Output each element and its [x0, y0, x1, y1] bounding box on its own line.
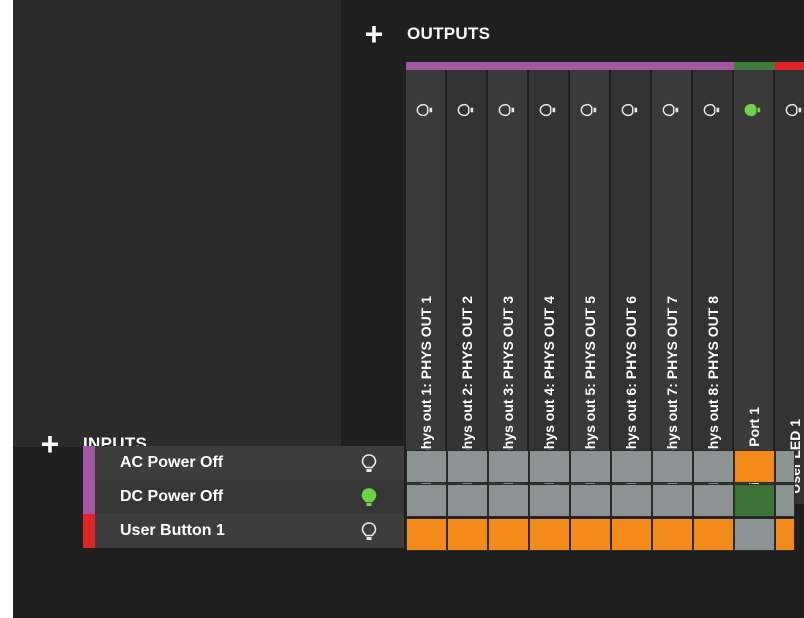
input-row-header[interactable]: User Button 1 [83, 514, 404, 548]
output-column-header[interactable]: Mute phys out 7: PHYS OUT 7 [652, 70, 691, 504]
input-label: User Button 1 [120, 522, 225, 539]
output-column-header[interactable]: Mute phys out 2: PHYS OUT 2 [447, 70, 486, 504]
routing-matrix-window: + OUTPUTS + INPUTS Mute phys out 1: PHYS… [13, 0, 804, 618]
outputs-title: OUTPUTS [407, 24, 491, 43]
input-group-stripe [83, 446, 95, 480]
route-cell[interactable] [447, 484, 488, 517]
route-cell[interactable] [488, 484, 529, 517]
bulb-icon[interactable] [457, 102, 475, 118]
route-cell[interactable] [611, 484, 652, 517]
bulb-icon[interactable] [539, 102, 557, 118]
route-cell[interactable] [775, 518, 795, 551]
input-row-header[interactable]: AC Power Off [83, 446, 404, 480]
route-cell[interactable] [611, 450, 652, 483]
bulb-icon[interactable] [785, 102, 803, 118]
route-cell[interactable] [652, 518, 693, 551]
route-cell[interactable] [529, 518, 570, 551]
route-cell[interactable] [406, 518, 447, 551]
route-cell[interactable] [693, 484, 734, 517]
route-cell[interactable] [693, 518, 734, 551]
route-cell[interactable] [529, 450, 570, 483]
bulb-icon[interactable] [662, 102, 680, 118]
bulb-icon[interactable] [361, 522, 377, 542]
route-cell[interactable] [652, 484, 693, 517]
route-cell[interactable] [775, 450, 795, 483]
output-column-header[interactable]: Mute phys out 1: PHYS OUT 1 [406, 70, 445, 504]
route-cell[interactable] [406, 450, 447, 483]
bulb-icon[interactable] [416, 102, 434, 118]
route-cell[interactable] [570, 484, 611, 517]
output-column-header[interactable]: Mute phys out 6: PHYS OUT 6 [611, 70, 650, 504]
add-input-plus-icon[interactable]: + [37, 428, 63, 460]
route-cell[interactable] [775, 484, 795, 517]
input-label: DC Power Off [120, 488, 224, 505]
bulb-icon[interactable] [621, 102, 639, 118]
route-cell[interactable] [570, 450, 611, 483]
corner-panel [13, 0, 341, 447]
route-cell[interactable] [447, 518, 488, 551]
output-group-bar [775, 62, 804, 70]
input-label: AC Power Off [120, 454, 224, 471]
outputs-header: + OUTPUTS [361, 14, 490, 54]
bulb-icon[interactable] [580, 102, 598, 118]
route-cell[interactable] [734, 518, 775, 551]
output-column-header[interactable]: User LED 1 [775, 70, 804, 504]
route-cell[interactable] [406, 484, 447, 517]
route-cell[interactable] [488, 518, 529, 551]
input-row-header[interactable]: DC Power Off [83, 480, 404, 514]
bulb-icon[interactable] [361, 454, 377, 474]
route-cell[interactable] [734, 450, 775, 483]
route-cell[interactable] [570, 518, 611, 551]
output-column-header[interactable]: Mute phys out 4: PHYS OUT 4 [529, 70, 568, 504]
bulb-icon[interactable] [498, 102, 516, 118]
input-group-stripe [83, 514, 95, 548]
output-group-bar [734, 62, 775, 70]
route-cell[interactable] [734, 484, 775, 517]
outputs-column-headers: Mute phys out 1: PHYS OUT 1 Mute phys out… [406, 62, 804, 504]
output-column-header[interactable]: Mute phys out 8: PHYS OUT 8 [693, 70, 732, 504]
bulb-icon[interactable] [361, 488, 377, 508]
add-output-plus-icon[interactable]: + [361, 18, 387, 50]
route-cell[interactable] [488, 450, 529, 483]
output-column-header[interactable]: Mute phys out 5: PHYS OUT 5 [570, 70, 609, 504]
output-column-header[interactable]: Mute phys out 3: PHYS OUT 3 [488, 70, 527, 504]
route-cell[interactable] [611, 518, 652, 551]
bulb-icon[interactable] [703, 102, 721, 118]
output-column-header[interactable]: Virtual Port 1 [734, 70, 773, 504]
output-group-bar [406, 62, 734, 70]
route-cell[interactable] [693, 450, 734, 483]
route-cell[interactable] [652, 450, 693, 483]
route-cell[interactable] [529, 484, 570, 517]
bulb-icon[interactable] [744, 102, 762, 118]
route-cell[interactable] [447, 450, 488, 483]
input-group-stripe [83, 480, 95, 514]
